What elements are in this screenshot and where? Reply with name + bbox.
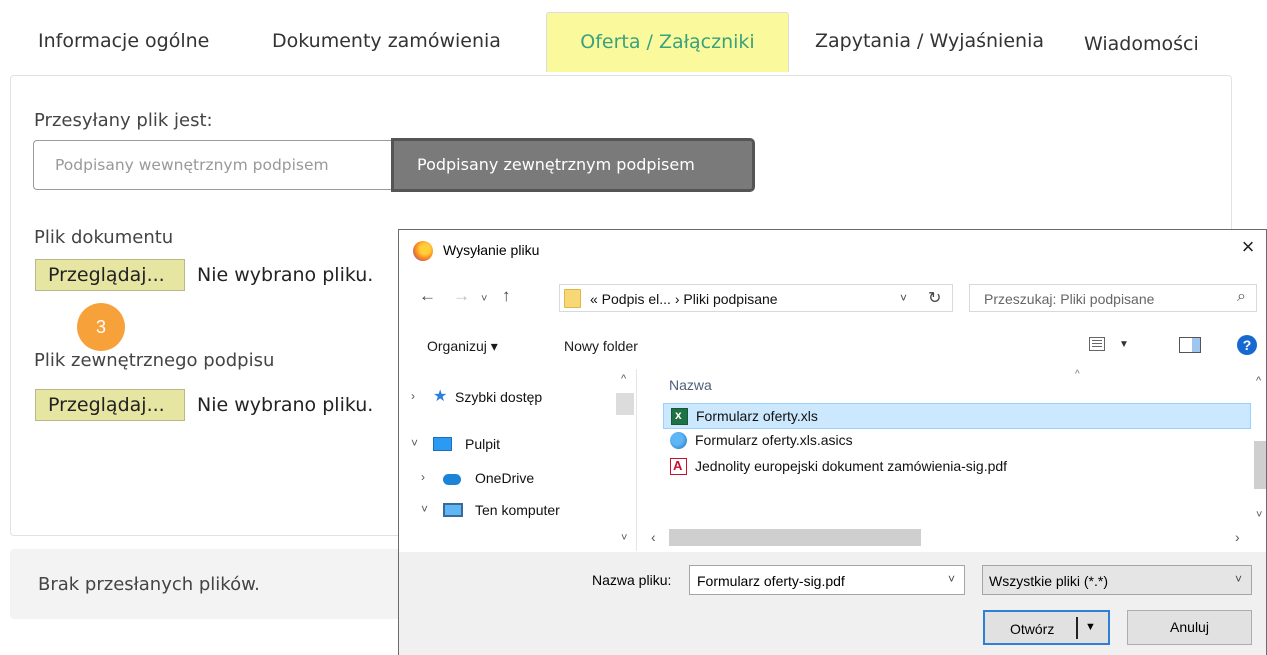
scroll-thumb[interactable]: [616, 393, 634, 415]
filename-value: Formularz oferty-sig.pdf: [697, 573, 845, 589]
file-open-dialog: Wysyłanie pliku × ← → ˅ ↑ « Podpis el...…: [398, 229, 1267, 655]
horizontal-scrollbar[interactable]: ‹ ›: [639, 527, 1254, 549]
new-folder-button[interactable]: Nowy folder: [564, 338, 638, 354]
preview-pane-icon[interactable]: [1179, 337, 1201, 353]
scroll-thumb[interactable]: [1254, 441, 1266, 489]
chevron-down-icon[interactable]: ˅: [1235, 572, 1242, 586]
back-arrow-icon[interactable]: ←: [419, 287, 436, 305]
tab-offer-attachments[interactable]: Oferta / Załączniki: [546, 12, 789, 72]
scroll-up-icon[interactable]: ^: [621, 373, 626, 385]
cancel-button[interactable]: Anuluj: [1127, 610, 1252, 645]
search-placeholder: Przeszukaj: Pliki podpisane: [984, 291, 1155, 307]
search-icon: ⌕: [1237, 288, 1246, 305]
breadcrumb[interactable]: « Podpis el... › Pliki podpisane: [590, 291, 778, 307]
cloud-icon: [443, 474, 461, 485]
chevron-down-icon[interactable]: ˅: [900, 291, 907, 305]
address-row: ← → ˅ ↑ « Podpis el... › Pliki podpisane…: [399, 280, 1266, 314]
file-type-select[interactable]: Wszystkie pliki (*.*) ˅: [982, 565, 1252, 595]
browse-document-button[interactable]: Przeglądaj...: [35, 259, 185, 291]
scroll-thumb[interactable]: [669, 529, 921, 546]
step-badge: 3: [77, 303, 125, 351]
refresh-icon[interactable]: ↻: [928, 288, 941, 308]
file-list-scrollbar[interactable]: ^ ˅: [1254, 369, 1267, 551]
file-list: Nazwa ^ Formularz oferty.xls Formularz o…: [639, 369, 1254, 551]
address-bar[interactable]: « Podpis el... › Pliki podpisane ˅ ↻: [559, 284, 953, 312]
firefox-icon: [413, 241, 433, 261]
scroll-down-icon[interactable]: ˅: [1256, 509, 1262, 521]
tab-messages[interactable]: Wiadomości: [1084, 33, 1199, 55]
chevron-down-icon[interactable]: ˅: [948, 572, 955, 586]
dialog-title: Wysyłanie pliku: [443, 242, 540, 258]
nav-item-label: OneDrive: [475, 470, 535, 486]
uploaded-files-box: Brak przesłanych plików.: [10, 549, 430, 619]
dialog-footer: Nazwa pliku: Formularz oferty-sig.pdf ˅ …: [399, 552, 1266, 655]
filename-field[interactable]: Formularz oferty-sig.pdf ˅: [689, 565, 965, 595]
filename-label: Nazwa pliku:: [592, 572, 672, 588]
split-divider: [1076, 617, 1078, 639]
nav-scrollbar[interactable]: ^ ˅: [615, 369, 635, 551]
nav-item-label: Ten komputer: [475, 502, 560, 518]
signature-file-status: Nie wybrano pliku.: [197, 394, 374, 416]
signature-type-label: Przesyłany plik jest:: [34, 110, 213, 131]
scroll-right-icon[interactable]: ›: [1235, 529, 1240, 545]
file-name: Formularz oferty.xls.asics: [695, 432, 853, 448]
tab-bar: Informacje ogólne Dokumenty zamówienia O…: [0, 0, 1267, 75]
file-name: Formularz oferty.xls: [696, 408, 818, 424]
chevron-down-icon[interactable]: ˅: [421, 502, 428, 516]
close-icon[interactable]: ×: [1236, 236, 1260, 260]
open-button-label: Otwórz: [1010, 621, 1055, 637]
chevron-right-icon[interactable]: ›: [421, 470, 425, 484]
chevron-right-icon[interactable]: ›: [411, 389, 415, 403]
up-arrow-icon[interactable]: ↑: [502, 287, 511, 305]
document-file-label: Plik dokumentu: [34, 227, 174, 248]
signature-file-label: Plik zewnętrznego podpisu: [34, 350, 275, 371]
excel-file-icon: [671, 408, 688, 425]
file-type-value: Wszystkie pliki (*.*): [989, 573, 1109, 589]
pdf-file-icon: [670, 458, 687, 475]
file-name: Jednolity europejski dokument zamówienia…: [695, 458, 1008, 474]
tab-general-info[interactable]: Informacje ogólne: [38, 30, 209, 52]
nav-item-label: Pulpit: [465, 436, 501, 452]
view-chevron-down-icon[interactable]: ▼: [1119, 339, 1129, 350]
tab-order-documents[interactable]: Dokumenty zamówienia: [272, 30, 501, 52]
view-options-icon[interactable]: [1089, 337, 1105, 351]
folder-icon: [564, 289, 581, 308]
signature-type-toggle: Podpisany wewnętrznym podpisem Podpisany…: [33, 138, 755, 192]
document-file-status: Nie wybrano pliku.: [197, 264, 374, 286]
browse-signature-button[interactable]: Przeglądaj...: [35, 389, 185, 421]
external-signature-option[interactable]: Podpisany zewnętrznym podpisem: [391, 138, 755, 192]
asics-file-icon: [670, 432, 687, 449]
file-row[interactable]: Formularz oferty.xls: [663, 403, 1251, 429]
navigation-pane: › ★ Szybki dostęp ˅ Pulpit › OneDrive ˅ …: [399, 369, 637, 551]
internal-signature-option[interactable]: Podpisany wewnętrznym podpisem: [33, 140, 393, 190]
scroll-left-icon[interactable]: ‹: [651, 529, 656, 545]
help-icon[interactable]: ?: [1237, 335, 1257, 355]
dialog-title-bar: Wysyłanie pliku ×: [399, 230, 1266, 266]
star-icon: ★: [433, 388, 448, 405]
scroll-down-icon[interactable]: ˅: [621, 532, 627, 544]
desktop-icon: [433, 437, 452, 451]
search-input[interactable]: Przeszukaj: Pliki podpisane ⌕: [969, 284, 1257, 312]
open-button[interactable]: Otwórz ▼: [983, 610, 1110, 645]
computer-icon: [443, 503, 463, 517]
scroll-up-icon[interactable]: ^: [1256, 375, 1261, 387]
organize-menu[interactable]: Organizuj ▾: [427, 338, 498, 355]
tab-questions[interactable]: Zapytania / Wyjaśnienia: [815, 30, 1044, 52]
sort-caret-icon: ^: [1075, 369, 1080, 380]
file-row[interactable]: Jednolity europejski dokument zamówienia…: [663, 454, 1251, 480]
uploaded-files-status: Brak przesłanych plików.: [38, 574, 260, 595]
chevron-down-icon[interactable]: ˅: [411, 436, 418, 450]
file-row[interactable]: Formularz oferty.xls.asics: [663, 428, 1251, 454]
nav-item-label: Szybki dostęp: [455, 389, 543, 405]
dialog-toolbar: Organizuj ▾ Nowy folder ▼ ?: [399, 329, 1266, 363]
open-options-chevron-icon[interactable]: ▼: [1085, 621, 1096, 633]
forward-arrow-icon[interactable]: →: [453, 287, 470, 305]
recent-locations-chevron-icon[interactable]: ˅: [481, 290, 487, 308]
column-header-name[interactable]: Nazwa: [669, 377, 712, 393]
